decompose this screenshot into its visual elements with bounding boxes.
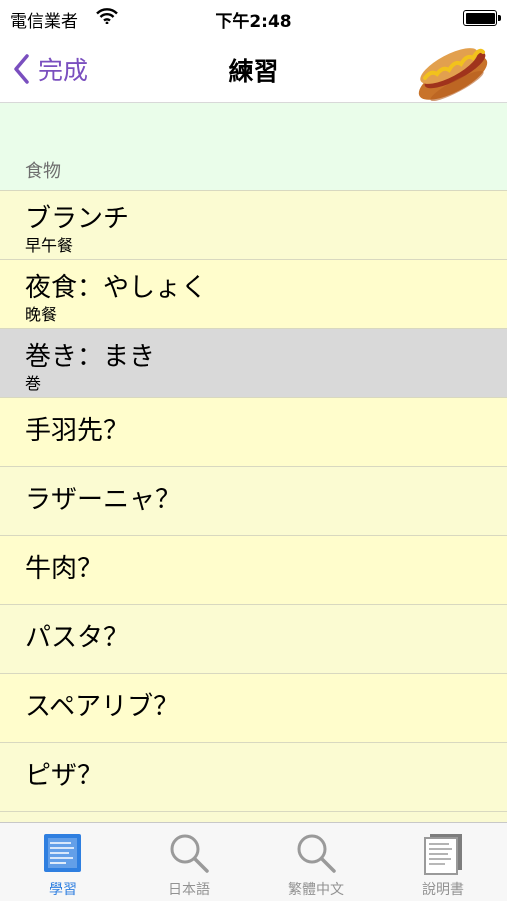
- magnifier-icon: [297, 834, 336, 873]
- tab-traditional-chinese-label: 繁體中文: [288, 882, 344, 898]
- magnifier-icon: [170, 834, 209, 873]
- clock: 下午2:48: [215, 12, 292, 32]
- tab-study[interactable]: 學習: [0, 823, 126, 901]
- list-item[interactable]: パスタ？: [0, 605, 507, 674]
- list-item-meaning: 早午餐: [25, 236, 74, 255]
- list-item-meaning: 晚餐: [25, 305, 58, 324]
- vocabulary-list: ブランチ 早午餐 夜食：やしょく 晚餐 巻き：まき 巻 手羽先？ ラザーニャ？ …: [0, 191, 507, 812]
- list-item-term: 手羽先？: [25, 416, 130, 446]
- list-item-meaning: 巻: [25, 374, 42, 393]
- list-item[interactable]: 手羽先？: [0, 398, 507, 467]
- list-item-term: 巻き：まき: [25, 342, 156, 372]
- list-item-term: パスタ？: [25, 623, 130, 653]
- list-item[interactable]: スペアリブ？: [0, 674, 507, 743]
- tab-japanese-label: 日本語: [168, 882, 210, 898]
- tab-manual-label: 說明書: [422, 882, 464, 898]
- banner-area: [0, 103, 507, 143]
- list-item[interactable]: 牛肉？: [0, 536, 507, 605]
- tab-manual[interactable]: 說明書: [380, 823, 506, 901]
- hotdog-icon: [413, 30, 493, 106]
- list-item-term: スペアリブ？: [25, 692, 180, 722]
- list-item[interactable]: ピザ？: [0, 743, 507, 812]
- list-item[interactable]: ラザーニャ？: [0, 467, 507, 536]
- list-item-term: ラザーニャ？: [25, 485, 182, 515]
- tab-traditional-chinese[interactable]: 繁體中文: [253, 823, 379, 901]
- list-item-term: ブランチ: [25, 204, 130, 234]
- list-item-term: 夜食：やしょく: [25, 273, 208, 303]
- navigation-bar: 完成 練習: [0, 36, 507, 103]
- tab-japanese[interactable]: 日本語: [126, 823, 252, 901]
- tab-study-label: 學習: [49, 882, 77, 898]
- list-item-term: 牛肉？: [25, 554, 104, 584]
- notebook-icon: [44, 834, 81, 872]
- list-item-selected[interactable]: 巻き：まき 巻: [0, 329, 507, 398]
- section-header-label: 食物: [25, 161, 61, 182]
- list-item-term: ピザ？: [25, 761, 104, 791]
- list-item[interactable]: ブランチ 早午餐: [0, 191, 507, 260]
- tab-bar: 學習 日本語 繁體中文 說明書: [0, 822, 507, 901]
- battery-icon: [463, 10, 501, 26]
- document-icon: [424, 834, 462, 875]
- list-item[interactable]: 夜食：やしょく 晚餐: [0, 260, 507, 329]
- section-header: 食物: [0, 143, 507, 191]
